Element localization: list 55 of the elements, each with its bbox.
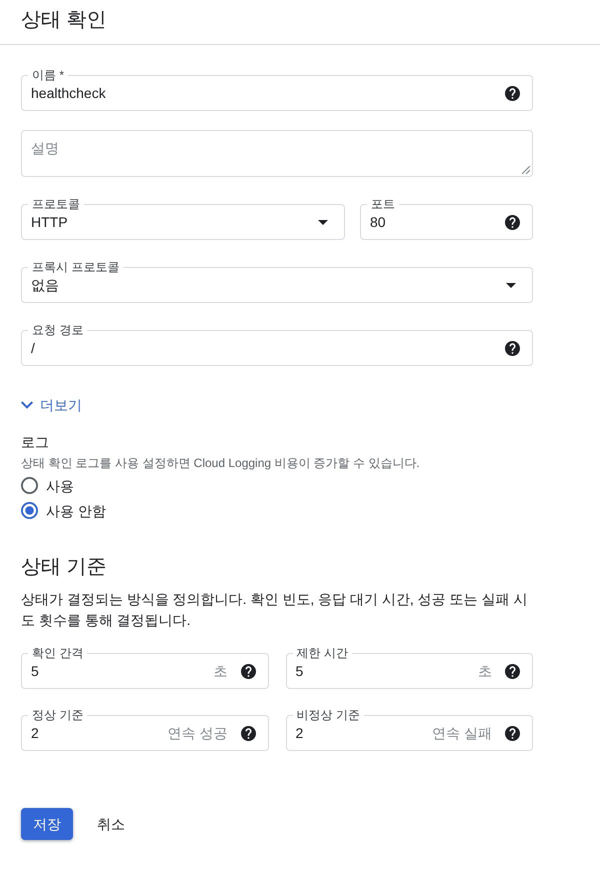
radio-button[interactable] xyxy=(21,502,38,519)
radio-button[interactable] xyxy=(21,477,38,494)
field-value: / xyxy=(31,339,36,358)
save-button[interactable]: 저장 xyxy=(21,808,73,840)
field-label: 정상 기준 xyxy=(31,707,84,723)
placeholder-text: 설명 xyxy=(31,140,59,156)
help-icon[interactable] xyxy=(240,726,256,740)
field-label: 요청 경로 xyxy=(31,322,84,338)
help-icon[interactable] xyxy=(505,214,520,230)
field-label: 프록시 프로토콜 xyxy=(31,259,120,275)
help-icon[interactable] xyxy=(505,86,520,100)
help-icon[interactable] xyxy=(505,340,520,356)
field-value: 없음 xyxy=(31,276,60,295)
help-icon[interactable] xyxy=(240,664,256,678)
radio-label[interactable]: 사용 안함 xyxy=(46,500,106,520)
caret-icon[interactable] xyxy=(506,282,516,288)
field-value: 5 xyxy=(31,662,40,681)
dropdown-field[interactable]: 프록시 프로토콜 없음 xyxy=(21,259,533,303)
field-label: 비정상 기준 xyxy=(296,707,361,723)
field-value: healthcheck xyxy=(31,84,107,103)
caret-icon[interactable] xyxy=(318,220,328,224)
text-field[interactable]: 요청 경로 / xyxy=(21,322,533,366)
page-title: 상태 확인 xyxy=(21,8,108,33)
field-label: 확인 간격 xyxy=(31,645,84,661)
text-field[interactable]: 정상 기준 2 연속 성공 xyxy=(21,707,268,751)
section-description: 상태가 결정되는 방식을 정의합니다. 확인 빈도, 응답 대기 시간, 성공 또는 실패 시도 횟수를 통해 결정됩니다. xyxy=(21,590,528,630)
help-icon[interactable] xyxy=(505,726,520,740)
text-field[interactable]: 비정상 기준 2 연속 실패 xyxy=(286,707,533,751)
text-field[interactable]: 제한 시간 5 초 xyxy=(286,645,533,689)
text-field[interactable]: 이름 * healthcheck xyxy=(21,67,533,111)
chevron-icon xyxy=(21,401,33,409)
unit-label: 연속 성공 xyxy=(168,724,228,743)
field-value: 2 xyxy=(31,724,40,743)
unit-label: 초 xyxy=(478,662,492,681)
text-field[interactable]: 확인 간격 5 초 xyxy=(21,645,268,689)
field-value: HTTP xyxy=(31,213,69,232)
field-label: 포트 xyxy=(370,196,396,212)
field-value: 5 xyxy=(296,662,304,681)
field-label: 이름 * xyxy=(31,67,66,83)
resize-handle-icon[interactable] xyxy=(522,166,530,174)
unit-label: 초 xyxy=(214,662,228,681)
field-value: 80 xyxy=(370,213,387,232)
text-area-field[interactable]: 설명 xyxy=(21,130,533,177)
radio-label[interactable]: 사용 xyxy=(46,476,74,496)
field-label: 제한 시간 xyxy=(296,645,349,661)
logging-description: 상태 확인 로그를 사용 설정하면 Cloud Logging 비용이 증가할 수 있습니다. xyxy=(21,455,421,471)
help-icon[interactable] xyxy=(505,664,520,678)
dropdown-field[interactable]: 프로토콜 HTTP xyxy=(21,196,345,240)
cancel-button[interactable]: 취소 xyxy=(85,808,137,840)
field-label: 프로토콜 xyxy=(31,196,81,212)
field-value: 2 xyxy=(296,724,304,743)
section-title: 상태 기준 xyxy=(21,555,108,580)
show-more-link[interactable]: 더보기 xyxy=(21,395,82,415)
unit-label: 연속 실패 xyxy=(432,724,492,743)
section-label: 로그 xyxy=(21,433,50,452)
